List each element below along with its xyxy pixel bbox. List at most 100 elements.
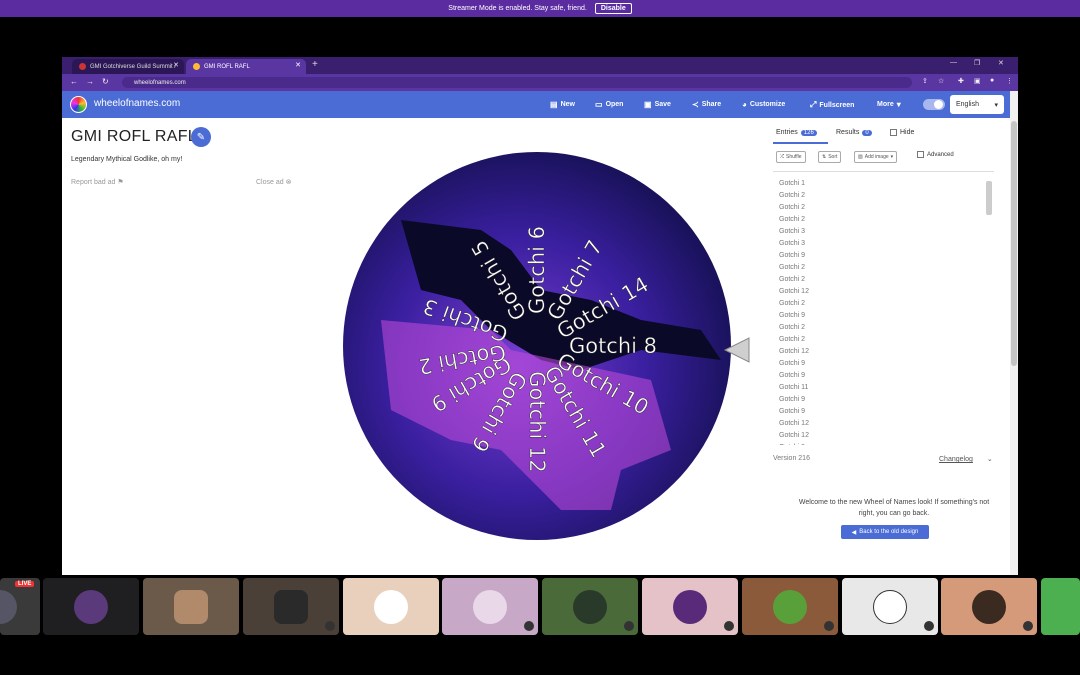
entry-item: Gotchi 9 [779,372,806,379]
report-label: Report bad ad [71,179,116,186]
tab-title: GMI ROFL RAFL [204,63,250,70]
entries-tab-label: Entries [776,129,798,136]
hide-checkbox[interactable]: Hide [890,129,914,136]
entries-scrollbar[interactable] [986,181,992,215]
open-button[interactable]: ▭ Open [595,100,623,109]
pencil-icon: ✎ [196,131,206,143]
close-tab-icon[interactable]: ✕ [173,61,179,69]
new-tab-button[interactable]: + [312,59,318,70]
sidebar-icon[interactable]: ▣ [974,77,982,85]
skull-avatar-icon [673,589,707,624]
back-icon[interactable]: ← [70,77,78,86]
entries-textarea[interactable]: Gotchi 1 Gotchi 2 Gotchi 2 Gotchi 2 Gotchi 3… [773,171,994,445]
entry-item: Gotchi 1 [779,180,806,187]
spinning-wheel[interactable]: Gotchi 8Gotchi 10Gotchi 11Gotchi 12Gotch… [341,150,733,542]
more-button[interactable]: More ▾ [877,100,901,109]
banner-text: Streamer Mode is enabled. Stay safe, fri… [448,5,587,12]
active-tab-indicator [773,142,828,144]
dark-mode-toggle[interactable] [923,99,945,110]
add-image-button[interactable]: ▨ Add image ▾ [854,151,898,163]
app-header: wheelofnames.com ▤ New ▭ Open ▣ Save ≺ Share… [62,91,1012,118]
tab-gmi-rofl-rafl[interactable]: GMI ROFL RAFL ✕ [186,59,306,74]
maximize-icon[interactable]: ❐ [974,59,980,67]
entry-item: Gotchi 9 [779,252,806,259]
entries-count-badge: 126 [800,129,817,136]
new-button[interactable]: ▤ New [550,100,575,109]
bookmark-star-icon[interactable]: ☆ [938,77,946,85]
close-ad-link[interactable]: Close ad ⊗ [256,178,291,186]
checkbox-icon [890,129,897,136]
tab-guild-summit[interactable]: GMI Gotchiverse Guild Summit / ✕ [72,59,184,74]
page-scrollbar-thumb[interactable] [1011,121,1017,366]
close-window-icon[interactable]: ✕ [998,59,1004,67]
microphone-icon [325,621,335,631]
participant-tile-dark-figure[interactable] [542,578,638,635]
entry-item: Gotchi 9 [779,396,806,403]
hide-label: Hide [900,129,915,136]
microphone-icon [624,621,634,631]
entry-item: Gotchi 9 [779,360,806,367]
participant-tile-live[interactable]: LIVE [0,578,40,635]
changelog-link[interactable]: Changelog ⌄ [939,455,993,463]
entry-item: Gotchi 2 [779,300,806,307]
participant-tile-frog[interactable] [742,578,838,635]
participant-tile-cat-crown[interactable] [43,578,139,635]
advanced-checkbox[interactable]: Advanced [917,151,954,158]
entry-item: Gotchi 2 [779,264,806,271]
tab-favicon-icon [193,63,200,70]
eye-chart-avatar-icon [873,589,907,624]
add-image-label: Add image [864,154,889,160]
old-design-button[interactable]: ◀ Back to the old design [841,525,929,539]
language-select[interactable]: English ▾ [950,95,1004,114]
profile-icon[interactable]: ● [990,77,998,85]
new-label: New [560,101,575,108]
participant-tile-bearded[interactable] [941,578,1037,635]
address-bar-row: ← → ↻ wheelofnames.com ⇪ ☆ ✚ ▣ ● ⋮ [62,74,1018,91]
participant-tile-red-cap[interactable] [343,578,439,635]
shuffle-button[interactable]: ⤮ Shuffle [776,151,806,163]
save-label: Save [654,101,671,108]
webcam-person-avatar [274,589,308,624]
wheel-description: Legendary Mythical Godlike, oh my! [71,156,183,163]
extensions-icon[interactable]: ✚ [958,77,966,85]
wheel-segment-label: Gotchi 8 [569,334,657,358]
tab-entries[interactable]: Entries 126 [776,129,817,136]
streamer-mode-banner: Streamer Mode is enabled. Stay safe, fri… [0,0,1080,17]
checkbox-icon [917,151,924,158]
edit-title-button[interactable]: ✎ [191,127,211,147]
share-button[interactable]: ≺ Share [692,100,721,109]
site-name[interactable]: wheelofnames.com [94,98,180,109]
arrow-left-icon: ◀ [851,529,857,536]
report-ad-link[interactable]: Report bad ad ⚑ [71,178,124,186]
customize-button[interactable]: ◕ Customize [742,100,785,109]
participant-tile-webcam-1[interactable] [143,578,239,635]
share-page-icon[interactable]: ⇪ [922,77,930,85]
menu-kebab-icon[interactable]: ⋮ [1006,77,1014,85]
close-tab-icon[interactable]: ✕ [295,61,301,69]
disable-button[interactable]: Disable [594,3,632,14]
fullscreen-button[interactable]: ⤢ Fullscreen [810,100,854,110]
wheel-pointer-icon [723,337,750,363]
entry-item: Gotchi 3 [779,240,806,247]
minimize-icon[interactable]: — [950,59,957,66]
participant-tile-green[interactable] [1041,578,1080,635]
frog-avatar-icon [773,589,807,624]
language-value: English [956,101,979,108]
participant-tile-eye-chart[interactable] [842,578,938,635]
entry-item: Gotchi 2 [779,324,806,331]
participant-tile-webcam-2[interactable] [243,578,339,635]
wheel-logo-icon[interactable] [70,96,87,113]
save-button[interactable]: ▣ Save [644,100,671,109]
shuffle-icon: ⤮ [780,154,785,160]
entry-item: Gotchi 2 [779,192,806,199]
reload-icon[interactable]: ↻ [102,77,109,86]
fullscreen-icon: ⤢ [810,100,817,109]
url-field[interactable]: wheelofnames.com [122,77,912,88]
tab-results[interactable]: Results 0 [836,129,872,136]
bearded-avatar-icon [972,589,1006,624]
entry-item: Gotchi 3 [779,228,806,235]
sort-button[interactable]: ⇅ Sort [818,151,842,163]
participant-tile-ghost[interactable] [442,578,538,635]
forward-icon[interactable]: → [86,77,94,86]
participant-tile-skull[interactable] [642,578,738,635]
